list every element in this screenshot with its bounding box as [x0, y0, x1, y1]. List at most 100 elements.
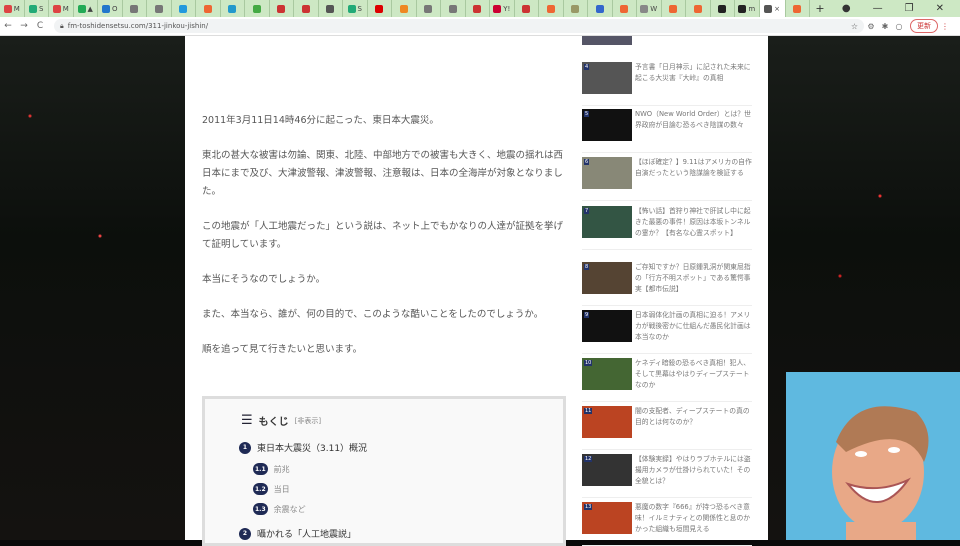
- browser-tab[interactable]: [662, 0, 686, 17]
- bookmark-star-icon[interactable]: ☆: [851, 22, 858, 31]
- profile-avatar-icon[interactable]: ○: [892, 22, 906, 31]
- article-title-link[interactable]: ご存知ですか？日原鍾乳洞が関東屈指の「行方不明スポット」である驚愕事実【都市伝説…: [635, 262, 752, 295]
- toc-item-label: 当日: [273, 484, 290, 494]
- tab-favicon-icon: [301, 4, 310, 13]
- browser-tab[interactable]: Y!: [490, 0, 515, 17]
- toc-item[interactable]: 1.3 余震など: [253, 503, 306, 515]
- browser-tab[interactable]: [319, 0, 343, 17]
- browser-tab[interactable]: [417, 0, 441, 17]
- browser-tab[interactable]: [392, 0, 417, 17]
- toc-number-badge: 1.1: [253, 463, 268, 475]
- browser-tab[interactable]: W: [637, 0, 662, 17]
- browser-tab[interactable]: [221, 0, 245, 17]
- article-title-link[interactable]: ケネディ暗殺の恐るべき真相！犯人、そして黒幕はやはりディープステートなのか: [635, 358, 752, 391]
- browser-tab[interactable]: [172, 0, 196, 17]
- article-title-link[interactable]: 【体験実録】やはりラブホテルには盗撮用カメラが仕掛けられていた！その全貌とは？: [635, 454, 752, 487]
- tab-favicon-icon: [77, 4, 86, 13]
- browser-tab[interactable]: [270, 0, 294, 17]
- sidebar-article-item[interactable]: 13 悪魔の数字『666』が持つ恐るべき意味！イルミナティとの関係性と息のかかった…: [582, 502, 752, 546]
- browser-tab[interactable]: [466, 0, 490, 17]
- browser-tab[interactable]: [441, 0, 466, 17]
- tab-favicon-icon: [29, 4, 38, 13]
- tab-label: W: [650, 4, 658, 13]
- update-button[interactable]: 更新: [910, 19, 938, 33]
- article-thumbnail[interactable]: 8: [582, 262, 632, 294]
- toc-item[interactable]: 2 囁かれる「人工地震説」: [239, 527, 356, 540]
- article-title-link[interactable]: 闇の支配者、ディープステートの真の目的とは何なのか？: [635, 406, 752, 428]
- sidebar-article-item[interactable]: 7 【怖い話】首狩り神社で肝試し中に起きた最悪の事件！原因は本坂トンネルの霊か？【…: [582, 206, 752, 250]
- presenter-face-image: [832, 406, 929, 540]
- close-icon[interactable]: ✕: [936, 3, 944, 14]
- menu-kebab-icon[interactable]: ⋮: [938, 22, 952, 31]
- minimize-icon[interactable]: —: [873, 3, 883, 14]
- url-bar[interactable]: 🔒︎ fm-toshidensetsu.com/311-jinkou-jishi…: [54, 19, 864, 33]
- article-title-link[interactable]: NWO（New World Order）とは？世界政府が目論む恐るべき陰謀の数々: [635, 109, 752, 131]
- new-tab-button[interactable]: +: [810, 2, 830, 15]
- sidebar-article-item[interactable]: 11 闇の支配者、ディープステートの真の目的とは何なのか？: [582, 406, 752, 450]
- forward-icon[interactable]: →: [16, 21, 32, 31]
- lock-icon: 🔒︎: [60, 21, 64, 30]
- browser-tab[interactable]: O: [98, 0, 123, 17]
- sidebar-article-item[interactable]: 8 ご存知ですか？日原鍾乳洞が関東屈指の「行方不明スポット」である驚愕事実【都市伝…: [582, 262, 752, 306]
- sidebar-article-item[interactable]: 9 日本弱体化計画の真相に迫る！アメリカが戦後密かに仕組んだ愚民化計画は本当なのか: [582, 310, 752, 354]
- sidebar-article-item[interactable]: 4 予言書「日月神示」に記された未来に起こる大災害『大峠』の真相: [582, 62, 752, 106]
- toc-item[interactable]: 1.1 前兆: [253, 463, 290, 475]
- article-title-link[interactable]: 日本弱体化計画の真相に迫る！アメリカが戦後密かに仕組んだ愚民化計画は本当なのか: [635, 310, 752, 343]
- browser-tab[interactable]: [539, 0, 564, 17]
- profile-icon[interactable]: ●: [842, 3, 851, 14]
- browser-tab[interactable]: S: [343, 0, 368, 17]
- puzzle-icon[interactable]: ✱: [878, 22, 892, 31]
- article-thumbnail[interactable]: 4: [582, 62, 632, 94]
- browser-tab[interactable]: [123, 0, 147, 17]
- browser-tab[interactable]: [147, 0, 172, 17]
- rank-badge: 10: [584, 360, 593, 366]
- browser-tab[interactable]: M: [49, 0, 74, 17]
- browser-tab[interactable]: ×: [759, 0, 786, 17]
- article-title-link[interactable]: 【ほぼ確定？】9.11はアメリカの自作自演だったという陰謀論を検証する: [635, 157, 752, 179]
- browser-tab[interactable]: M: [0, 0, 25, 17]
- browser-tab[interactable]: [245, 0, 270, 17]
- tab-favicon-icon: [764, 4, 773, 13]
- browser-tab[interactable]: m: [735, 0, 760, 17]
- article-thumbnail[interactable]: [582, 36, 632, 45]
- browser-tab[interactable]: [686, 0, 711, 17]
- back-icon[interactable]: ←: [0, 21, 16, 31]
- toc-item[interactable]: 1 東日本大震災（3.11）概況: [239, 441, 367, 454]
- article-title-link[interactable]: 悪魔の数字『666』が持つ恐るべき意味！イルミナティとの関係性と息のかかった組織…: [635, 502, 752, 535]
- browser-tab[interactable]: [196, 0, 221, 17]
- tab-favicon-icon: [718, 4, 727, 13]
- browser-tab[interactable]: [515, 0, 539, 17]
- browser-tab[interactable]: [786, 0, 810, 17]
- sidebar-article-item[interactable]: 10 ケネディ暗殺の恐るべき真相！犯人、そして黒幕はやはりディープステートなのか: [582, 358, 752, 402]
- browser-tab[interactable]: [294, 0, 319, 17]
- tab-label: O: [111, 4, 118, 13]
- article-thumbnail[interactable]: 12: [582, 454, 632, 486]
- browser-tab[interactable]: [368, 0, 392, 17]
- browser-tab[interactable]: ▲: [74, 0, 98, 17]
- article-thumbnail[interactable]: 5: [582, 109, 632, 141]
- toc-toggle-link[interactable]: [非表示]: [295, 416, 321, 426]
- browser-tab[interactable]: [588, 0, 613, 17]
- reload-icon[interactable]: C: [32, 21, 48, 31]
- restore-icon[interactable]: ❐: [905, 3, 914, 14]
- article-title-link[interactable]: 【怖い話】首狩り神社で肝試し中に起きた最悪の事件！原因は本坂トンネルの霊か？【有…: [635, 206, 752, 239]
- extension-icon[interactable]: ⚙: [864, 22, 878, 31]
- article-thumbnail[interactable]: 13: [582, 502, 632, 534]
- sidebar-article-item[interactable]: 6 【ほぼ確定？】9.11はアメリカの自作自演だったという陰謀論を検証する: [582, 157, 752, 201]
- browser-tab[interactable]: [711, 0, 735, 17]
- article-title-link[interactable]: 予言書「日月神示」に記された未来に起こる大災害『大峠』の真相: [635, 62, 752, 84]
- sidebar-article-item[interactable]: 12 【体験実録】やはりラブホテルには盗撮用カメラが仕掛けられていた！その全貌とは…: [582, 454, 752, 498]
- tab-favicon-icon: [347, 4, 356, 13]
- sidebar-article-item[interactable]: 5 NWO（New World Order）とは？世界政府が目論む恐るべき陰謀の数…: [582, 109, 752, 153]
- tab-favicon-icon: [179, 4, 188, 13]
- toc-item[interactable]: 1.2 当日: [253, 483, 290, 495]
- article-thumbnail[interactable]: 10: [582, 358, 632, 390]
- article-thumbnail[interactable]: 6: [582, 157, 632, 189]
- browser-tab[interactable]: [564, 0, 588, 17]
- article-thumbnail[interactable]: 11: [582, 406, 632, 438]
- browser-tab[interactable]: S: [25, 0, 49, 17]
- article-paragraph: また、本当なら、誰が、何の目的で、このような酷いことをしたのでしょうか。: [202, 309, 544, 320]
- article-thumbnail[interactable]: 7: [582, 206, 632, 238]
- browser-tab[interactable]: [613, 0, 637, 17]
- article-thumbnail[interactable]: 9: [582, 310, 632, 342]
